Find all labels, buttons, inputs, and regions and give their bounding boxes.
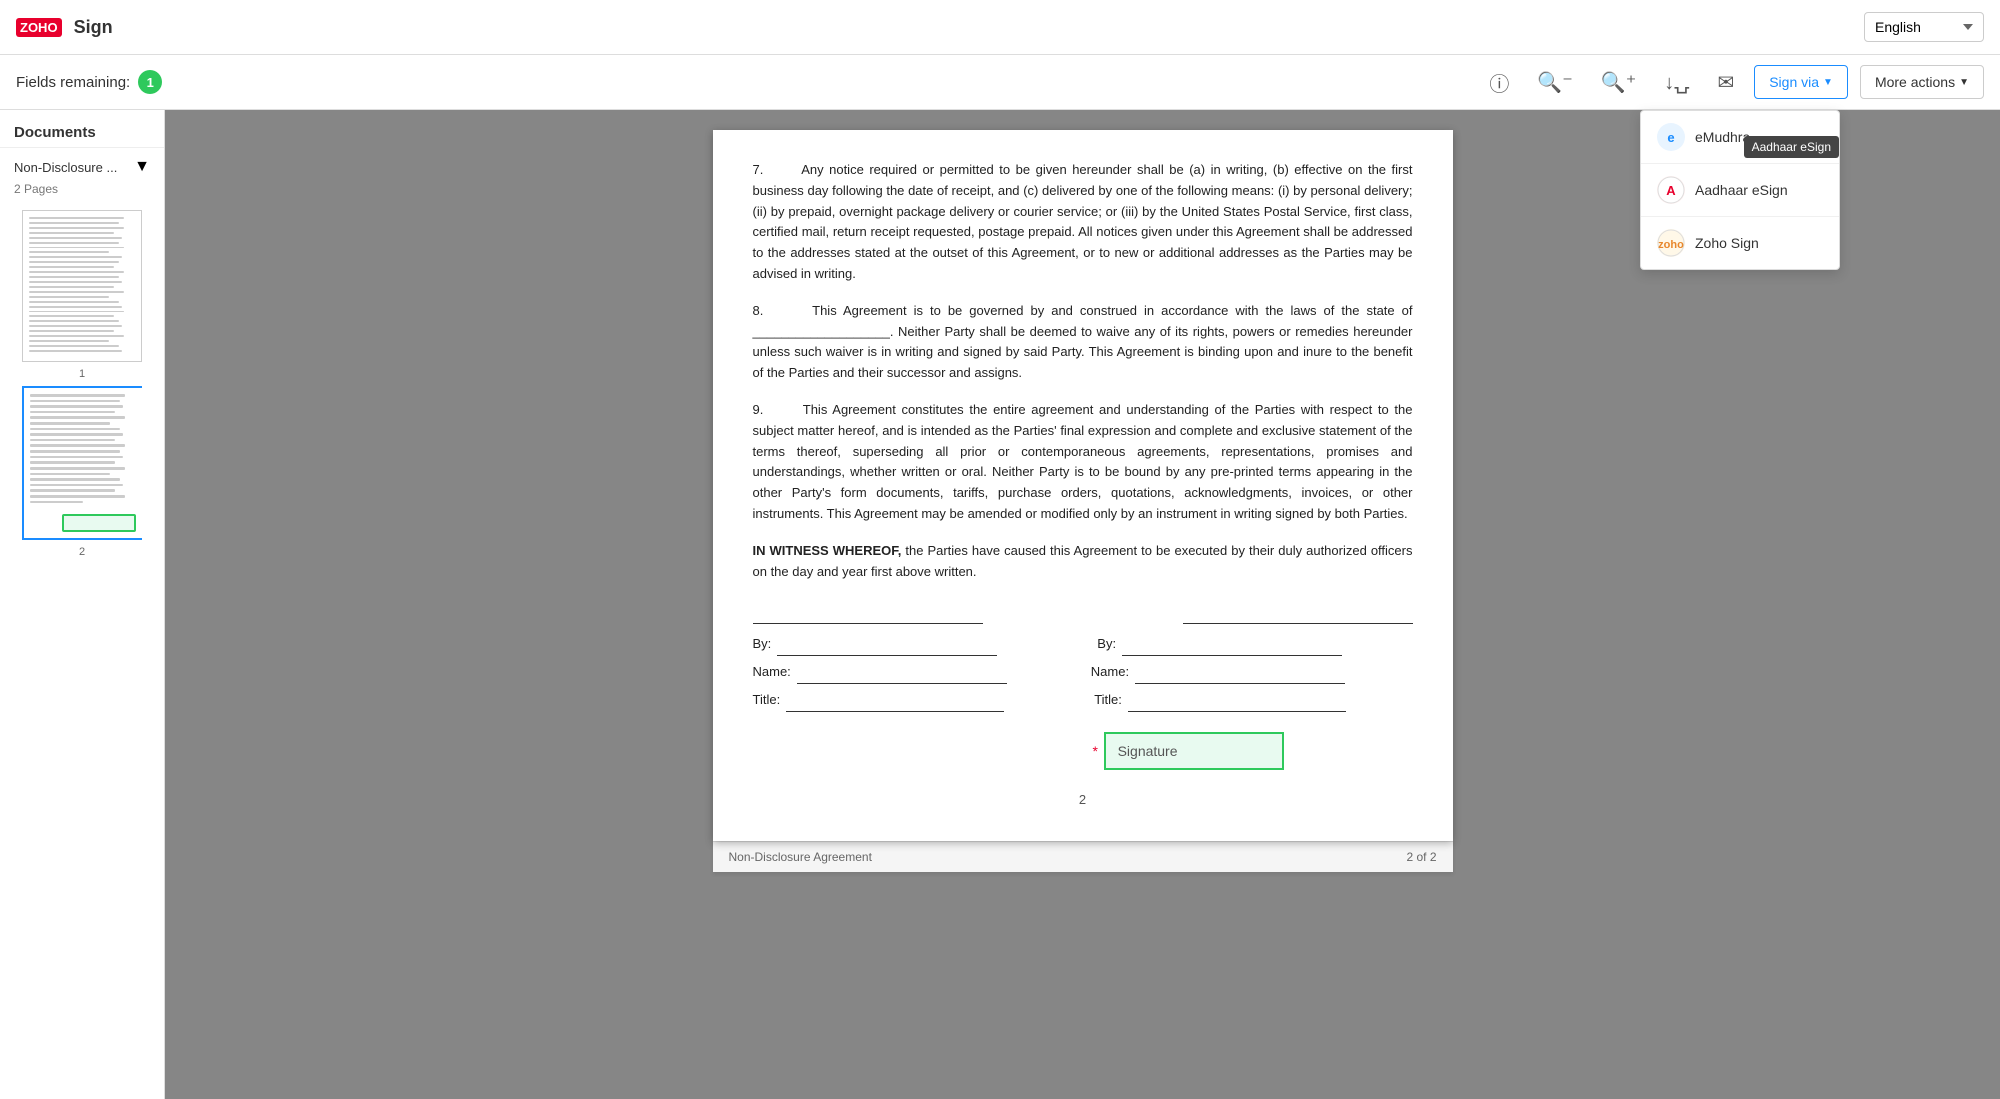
by-right: By: — [1097, 634, 1342, 656]
page-thumb-container-2: 2 — [0, 386, 164, 558]
dropdown-emudhra[interactable]: e eMudhra — [1641, 111, 1839, 164]
footer-page-info: 2 of 2 — [1406, 850, 1436, 864]
svg-text:A: A — [1666, 183, 1676, 198]
fields-remaining-indicator: Fields remaining: 1 — [16, 70, 162, 94]
dropdown-zoho-sign[interactable]: zoho Zoho Sign — [1641, 217, 1839, 269]
zoho-sign-icon: zoho — [1657, 229, 1685, 257]
zoom-out-button[interactable]: 🔍⁺ — [1593, 66, 1644, 99]
top-right-controls: English Spanish French — [1864, 12, 1984, 42]
more-actions-button[interactable]: More actions ▼ — [1860, 65, 1984, 99]
sidebar-title: Documents — [0, 110, 164, 148]
signature-lines: By: By: Name: Name: — [753, 602, 1413, 770]
sig-top-line-right — [1183, 602, 1413, 624]
page-thumb-container-1: 1 — [0, 210, 164, 380]
page-1-label: 1 — [0, 368, 164, 380]
para-8-number: 8. — [753, 303, 806, 318]
by-line-right — [1122, 634, 1342, 656]
download-button[interactable]: ↓⍽ — [1656, 66, 1697, 99]
page-thumb-2[interactable] — [22, 386, 142, 540]
zoho-box-logo: ZOHO — [16, 18, 62, 37]
language-select[interactable]: English Spanish French — [1864, 12, 1984, 42]
page-2-label: 2 — [0, 546, 164, 558]
more-actions-label: More actions — [1875, 74, 1955, 90]
title-line-left — [786, 690, 1004, 712]
para-9-number: 9. — [753, 402, 798, 417]
title-line-right — [1128, 690, 1346, 712]
required-star: * — [1093, 743, 1098, 759]
document-footer: Non-Disclosure Agreement 2 of 2 — [713, 841, 1453, 872]
name-right: Name: — [1091, 662, 1345, 684]
title-left: Title: — [753, 690, 1005, 712]
email-button[interactable]: ✉ — [1709, 66, 1742, 99]
app-brand: Sign — [74, 17, 113, 38]
zoho-sign-label: Zoho Sign — [1695, 235, 1759, 251]
by-line-left — [777, 634, 997, 656]
name-line-right — [1135, 662, 1345, 684]
sidebar: Documents Non-Disclosure ... ▼ 2 Pages — [0, 110, 165, 1099]
sidebar-doc-title[interactable]: Non-Disclosure ... ▼ — [0, 148, 164, 180]
emudhra-icon: e — [1657, 123, 1685, 151]
sign-via-dropdown: e eMudhra A Aadhaar eSign Aadhaar eSign … — [1640, 110, 1840, 270]
name-line-left — [797, 662, 1007, 684]
toolbar: Fields remaining: 1 ⓘ 🔍⁻ 🔍⁺ ↓⍽ ✉ Sign vi… — [0, 55, 2000, 110]
fields-remaining-label: Fields remaining: — [16, 74, 130, 91]
more-actions-chevron-icon: ▼ — [1959, 77, 1969, 88]
fields-remaining-badge: 1 — [138, 70, 162, 94]
aadhaar-icon: A — [1657, 176, 1685, 204]
sign-via-chevron-icon: ▼ — [1823, 77, 1833, 88]
page-number: 2 — [753, 790, 1413, 811]
para-7-text: Any notice required or permitted to be g… — [753, 162, 1413, 281]
svg-text:zoho: zoho — [1658, 239, 1684, 251]
footer-doc-name: Non-Disclosure Agreement — [729, 850, 872, 864]
doc-collapse-icon: ▼ — [134, 158, 150, 176]
emudhra-label: eMudhra — [1695, 129, 1750, 145]
info-button[interactable]: ⓘ — [1481, 64, 1517, 101]
aadhaar-label: Aadhaar eSign — [1695, 182, 1788, 198]
zoom-in-button[interactable]: 🔍⁻ — [1529, 66, 1580, 99]
sig-top-line-left — [753, 602, 983, 624]
doc-pages-label: 2 Pages — [0, 180, 164, 204]
paragraph-8: 8. This Agreement is to be governed by a… — [753, 301, 1413, 384]
para-7-number: 7. — [753, 162, 797, 177]
signature-field[interactable]: Signature — [1104, 732, 1284, 770]
page-thumb-1[interactable] — [22, 210, 142, 362]
title-right: Title: — [1094, 690, 1346, 712]
dropdown-aadhaar[interactable]: A Aadhaar eSign Aadhaar eSign — [1641, 164, 1839, 217]
sign-via-label: Sign via — [1769, 74, 1819, 90]
witness-paragraph: IN WITNESS WHEREOF, the Parties have cau… — [753, 541, 1413, 583]
sign-via-button[interactable]: Sign via ▼ — [1754, 65, 1848, 99]
logo-area: ZOHO Sign — [16, 17, 113, 38]
para-9-text: This Agreement constitutes the entire ag… — [753, 402, 1413, 521]
paragraph-9: 9. This Agreement constitutes the entire… — [753, 400, 1413, 525]
doc-name: Non-Disclosure ... — [14, 160, 117, 175]
para-8-text: This Agreement is to be governed by and … — [753, 303, 1413, 380]
top-bar: ZOHO Sign English Spanish French — [0, 0, 2000, 55]
paragraph-7: 7. Any notice required or permitted to b… — [753, 160, 1413, 285]
name-left: Name: — [753, 662, 1007, 684]
by-left: By: — [753, 634, 998, 656]
witness-bold: IN WITNESS WHEREOF, — [753, 543, 902, 558]
document-page: 7. Any notice required or permitted to b… — [713, 130, 1453, 841]
